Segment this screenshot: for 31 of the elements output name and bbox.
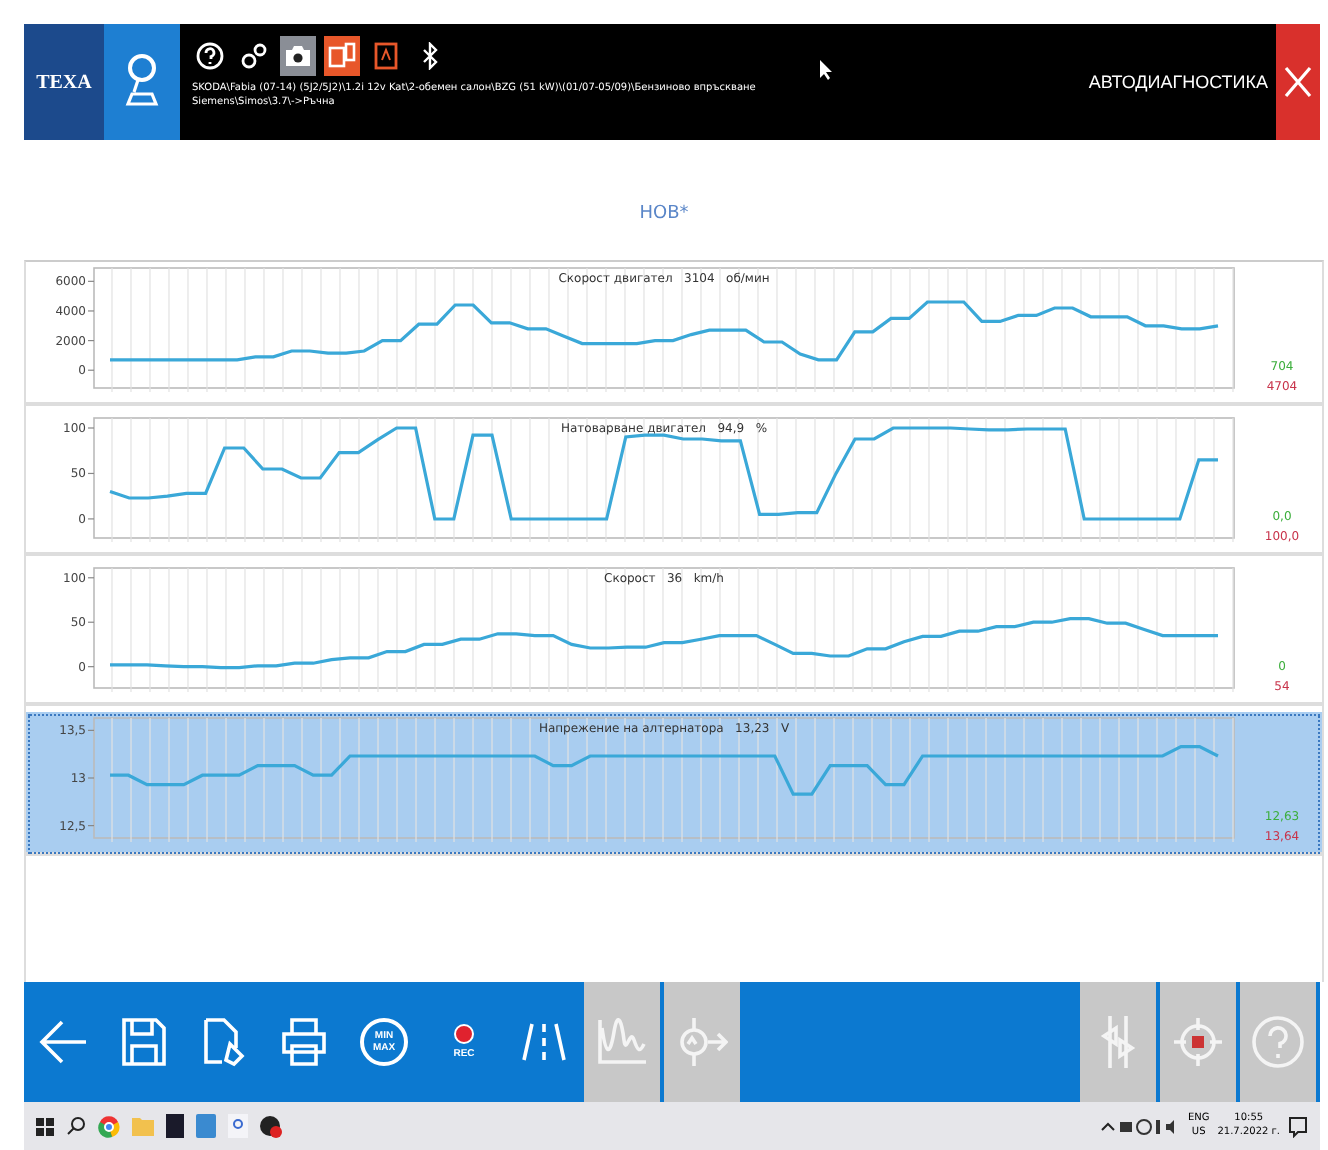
document-icon[interactable] [372, 42, 400, 70]
close-button[interactable] [1276, 24, 1320, 140]
document-pen-icon [200, 1016, 248, 1068]
lanes-icon [520, 1020, 568, 1064]
target-icon [1172, 1016, 1224, 1068]
app-title: АВТОДИАГНОСТИКА [1088, 72, 1268, 92]
document-title: НОВ* [639, 204, 689, 224]
gears-icon[interactable] [240, 42, 268, 70]
mouse-pointer-icon [820, 60, 834, 80]
save-icon [120, 1016, 168, 1068]
cursor-bars-icon [1100, 1014, 1136, 1070]
windows-start-icon[interactable] [36, 1117, 54, 1135]
bluetooth-icon[interactable] [420, 42, 440, 70]
device-icon[interactable] [328, 42, 356, 70]
search-icon[interactable] [66, 1116, 86, 1136]
help-icon[interactable] [196, 42, 224, 70]
camera-icon[interactable] [284, 42, 312, 70]
magnifier-car-icon [122, 52, 162, 112]
record-dot-icon [454, 1024, 474, 1044]
notifications-icon[interactable] [1288, 1115, 1308, 1137]
texa-logo: TEXA [24, 24, 104, 140]
back-arrow-icon [38, 1016, 90, 1068]
app-icon[interactable] [260, 1115, 282, 1137]
browser-icon[interactable] [98, 1115, 120, 1137]
print-icon [278, 1016, 330, 1068]
vehicle-search-button[interactable] [104, 24, 180, 140]
help-icon [1250, 1014, 1306, 1070]
graph-icon [596, 1018, 648, 1066]
signal-output-icon [676, 1016, 728, 1068]
tray-icons[interactable] [1099, 1117, 1180, 1135]
close-icon [1284, 62, 1312, 102]
